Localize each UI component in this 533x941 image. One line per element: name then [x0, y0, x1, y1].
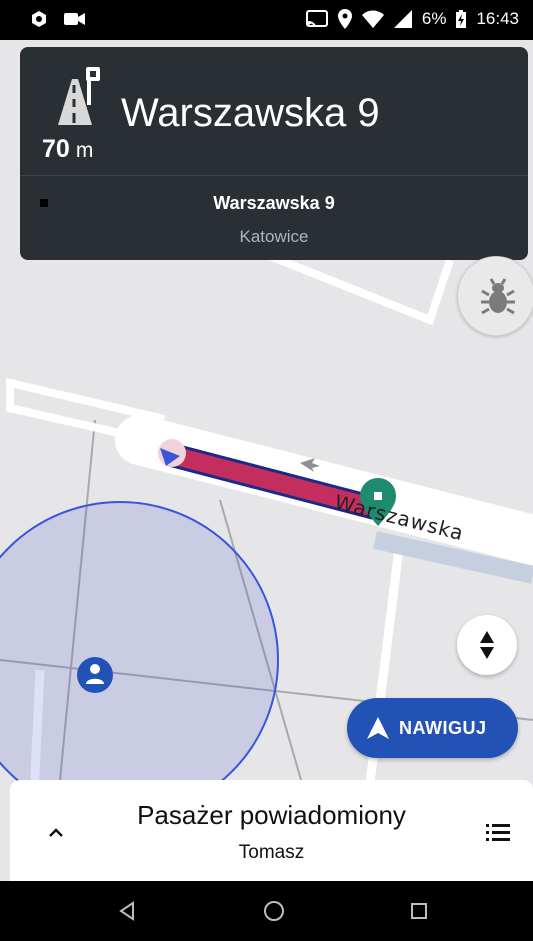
bottom-sheet[interactable]: Pasażer powiadomiony Tomasz: [10, 780, 533, 881]
home-button[interactable]: [263, 900, 285, 922]
navigation-card[interactable]: 70 m Warszawska 9 Warszawska 9 Katowice: [20, 47, 528, 260]
back-button[interactable]: [118, 901, 136, 921]
destination-city: Katowice: [239, 227, 309, 246]
cast-icon: [305, 10, 328, 27]
distance-unit: m: [75, 139, 94, 162]
status-left: [30, 10, 86, 28]
list-menu-icon[interactable]: [484, 818, 512, 846]
system-navigation-bar: [0, 881, 533, 941]
bug-report-button[interactable]: [457, 256, 533, 336]
navigate-button[interactable]: NAWIGUJ: [347, 698, 518, 758]
location-icon: [337, 9, 352, 29]
video-camera-icon: [64, 13, 85, 25]
maneuver-distance: 70 m: [42, 135, 93, 164]
recents-button[interactable]: [410, 902, 428, 920]
battery-percent: 6%: [421, 9, 447, 28]
passenger-name: Tomasz: [238, 842, 305, 863]
navigation-arrow-icon: [367, 717, 389, 739]
maneuver-panel: 70 m Warszawska 9: [20, 47, 528, 176]
clock: 16:43: [476, 9, 519, 28]
next-street-name: Warszawska 9: [121, 91, 380, 135]
battery-charging-icon: [456, 10, 467, 28]
navigate-button-label: NAWIGUJ: [399, 717, 487, 738]
compass-icon: [480, 631, 494, 659]
status-bar: 6% 16:43: [0, 0, 533, 40]
app-notification-icon: [32, 11, 46, 27]
status-title: Pasażer powiadomiony: [137, 800, 406, 830]
compass-button[interactable]: [457, 615, 517, 675]
road-destination-icon: [58, 67, 100, 125]
bug-icon: [481, 278, 515, 315]
distance-value: 70: [42, 135, 70, 163]
passenger-marker[interactable]: [77, 657, 113, 693]
cell-signal-icon: [393, 10, 412, 28]
wifi-icon: [361, 10, 384, 28]
status-right: 6% 16:43: [305, 9, 519, 29]
destination-street: Warszawska 9: [213, 193, 335, 213]
